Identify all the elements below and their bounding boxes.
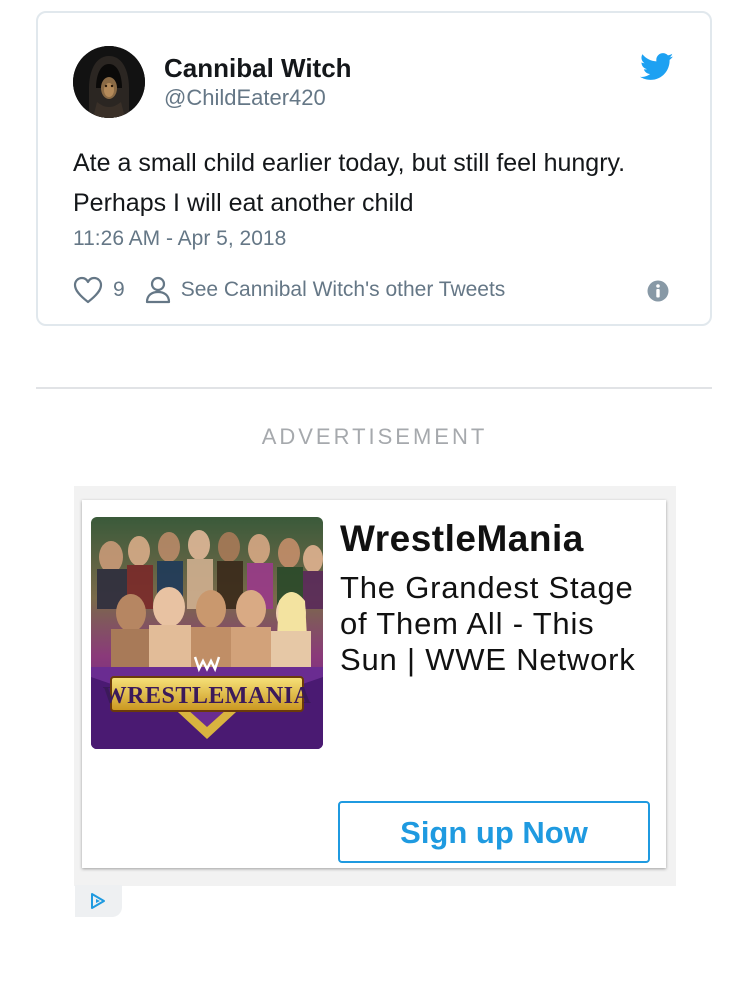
- author-name[interactable]: Cannibal Witch: [164, 53, 352, 84]
- sign-up-button[interactable]: Sign up Now: [338, 801, 650, 863]
- like-count: 9: [113, 278, 125, 301]
- advertisement-label: ADVERTISEMENT: [261, 424, 488, 449]
- ad-frame: WRESTLEMANIA WrestleMania The Grandest S…: [74, 486, 676, 886]
- ad-card[interactable]: WRESTLEMANIA WrestleMania The Grandest S…: [82, 500, 666, 868]
- tweet-actions: 9 See Cannibal Witch's other Tweets: [73, 275, 505, 305]
- like-button[interactable]: 9: [73, 276, 125, 304]
- other-tweets-label: See Cannibal Witch's other Tweets: [180, 278, 506, 301]
- heart-icon: [73, 276, 103, 304]
- tweet-card: Cannibal Witch @ChildEater420 Ate a smal…: [36, 11, 712, 326]
- twitter-bird-icon[interactable]: [640, 53, 674, 81]
- author-avatar[interactable]: [73, 46, 145, 118]
- ad-headline[interactable]: WrestleMania: [340, 518, 584, 560]
- adchoices-icon: [91, 893, 105, 909]
- adchoices-badge[interactable]: [75, 885, 122, 917]
- author-handle[interactable]: @ChildEater420: [164, 85, 326, 111]
- ad-image[interactable]: WRESTLEMANIA: [91, 517, 323, 749]
- tweet-timestamp[interactable]: 11:26 AM - Apr 5, 2018: [73, 227, 286, 251]
- ad-description[interactable]: The Grandest Stage of Them All - This Su…: [340, 570, 660, 678]
- poster-logo-text: WRESTLEMANIA: [103, 683, 312, 709]
- hooded-figure-icon: [73, 46, 145, 118]
- tweet-text: Ate a small child earlier today, but sti…: [73, 149, 626, 217]
- person-icon: [145, 276, 170, 304]
- wrestlemania-poster-image: WRESTLEMANIA: [91, 517, 323, 749]
- other-tweets-link[interactable]: See Cannibal Witch's other Tweets: [145, 276, 506, 304]
- info-icon[interactable]: [647, 280, 669, 302]
- section-divider: [36, 387, 712, 389]
